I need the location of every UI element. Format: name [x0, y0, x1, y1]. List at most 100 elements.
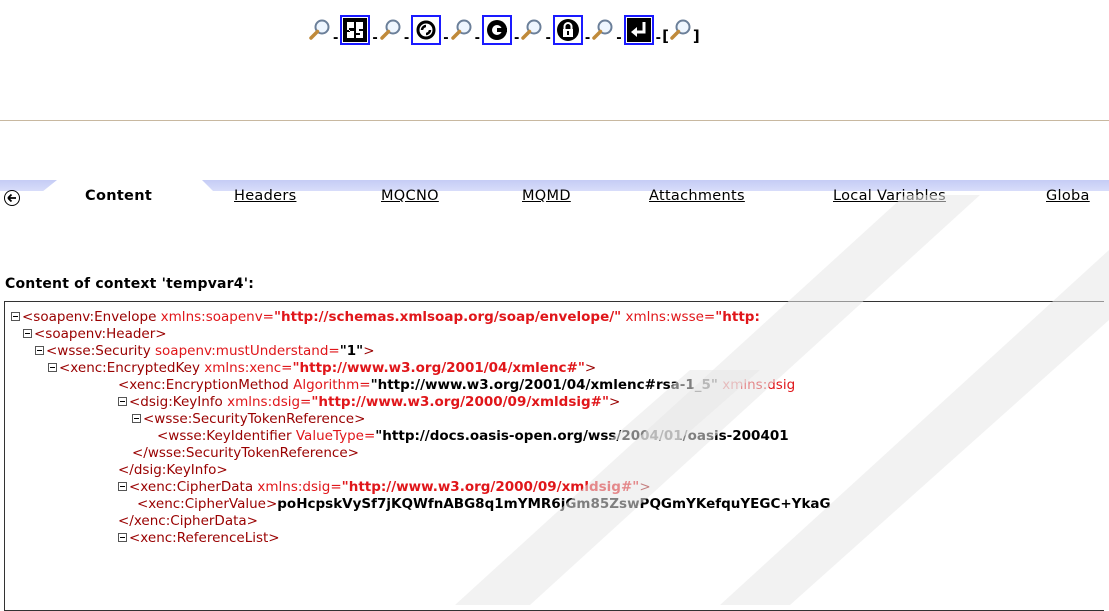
separator-dash: - — [545, 30, 551, 46]
divider — [0, 120, 1109, 121]
collapse-icon[interactable] — [118, 397, 127, 406]
magnify-icon[interactable] — [450, 18, 474, 42]
return-icon — [626, 18, 651, 42]
xml-tag: <xenc:EncryptedKey — [59, 360, 205, 376]
xml-line: </wsse:SecurityTokenReference> — [132, 445, 359, 462]
xml-attr-name: xmlns:soapenv= — [160, 309, 274, 325]
xml-line: <wsse:KeyIdentifier ValueType="http://do… — [157, 428, 789, 445]
separator-dash: - — [372, 30, 378, 46]
xml-attr-name: xmlns:xenc= — [204, 360, 293, 376]
xml-tag: <xenc:CipherValue> — [137, 496, 278, 512]
tool-group-5: - - — [591, 15, 662, 46]
tab-mqmd[interactable]: MQMD — [522, 188, 571, 204]
xml-attr-value: "http: — [715, 309, 760, 325]
bracket-close: ] — [692, 27, 700, 45]
xml-attr-value: "1" — [339, 343, 364, 359]
xml-line: <xenc:EncryptionMethod Algorithm="http:/… — [118, 377, 795, 394]
collapse-icon[interactable] — [48, 363, 57, 372]
separator-dash: - — [616, 30, 622, 46]
swirl-icon — [416, 20, 436, 40]
xml-attr-name: xmlns:wsse= — [621, 309, 716, 325]
tool-group-6: [ ] — [662, 18, 700, 45]
magnify-icon[interactable] — [591, 18, 615, 42]
xml-line: <soapenv:Envelope xmlns:soapenv="http://… — [11, 309, 760, 326]
separator-dash: - — [514, 30, 520, 46]
xml-tag: <soapenv:Envelope — [22, 309, 161, 325]
xml-attr-value: "http://www.w3.org/2000/09/xmldsig#" — [311, 394, 610, 410]
xml-tag: </dsig:KeyInfo> — [118, 462, 228, 478]
tab-global[interactable]: Globa — [1046, 188, 1090, 204]
tool-group-1: - - — [308, 15, 379, 46]
xml-tag: <dsig:KeyInfo — [129, 394, 228, 410]
collapse-icon[interactable] — [35, 346, 44, 355]
tab-headers[interactable]: Headers — [234, 188, 296, 204]
xml-tag: <wsse:SecurityTokenReference> — [143, 411, 366, 427]
tab-content[interactable]: Content — [85, 188, 152, 204]
xml-line: </dsig:KeyInfo> — [118, 462, 228, 479]
context-heading: Content of context 'tempvar4': — [5, 276, 255, 292]
grid-button[interactable] — [340, 15, 371, 45]
xml-line: <xenc:CipherValue>poHcpskVySf7jKQWfnABG8… — [137, 496, 831, 513]
tool-group-4: - - — [520, 15, 591, 46]
separator-dash: - — [474, 30, 481, 46]
xml-tag: > — [584, 360, 597, 376]
xml-line: </xenc:CipherData> — [118, 513, 258, 530]
xml-text-value: poHcpskVySf7jKQWfnABG8q1mYMR6jGm85ZswPQG… — [277, 496, 831, 512]
tab-strip: Content Headers MQCNO MQMD Attachments L… — [0, 180, 1109, 214]
grid-icon — [343, 18, 368, 42]
back-arrow-icon[interactable] — [4, 190, 20, 206]
xml-line: <wsse:Security soapenv:mustUnderstand="1… — [35, 343, 375, 360]
tab-mqcno[interactable]: MQCNO — [381, 188, 439, 204]
toolbar: - - - - - - - - - - [] — [308, 12, 700, 48]
xml-tag: > — [609, 394, 621, 410]
magnify-icon[interactable] — [669, 18, 693, 42]
xml-tag: </wsse:SecurityTokenReference> — [132, 445, 359, 461]
xml-tag: <wsse:Security — [46, 343, 156, 359]
xml-attr-name: ValueType= — [295, 428, 376, 444]
xml-attr-value: "http://www.w3.org/2000/09/xmldsig#" — [341, 479, 640, 495]
xml-attr-value: "http://www.w3.org/2001/04/xmlenc#" — [292, 360, 585, 376]
magnify-icon[interactable] — [308, 18, 332, 42]
lock-icon — [556, 19, 579, 41]
collapse-icon[interactable] — [118, 533, 127, 542]
tab-local-variables[interactable]: Local Variables — [833, 188, 946, 204]
separator-dash: - — [584, 30, 591, 46]
collapse-icon[interactable] — [132, 414, 141, 423]
xml-tag: <soapenv:Header> — [34, 326, 167, 342]
separator-dash: - — [443, 30, 449, 46]
encrypt-button[interactable] — [482, 15, 513, 45]
encrypt-icon — [487, 20, 508, 40]
xml-attr-name: Algorithm= — [293, 377, 371, 393]
xml-tag: </xenc:CipherData> — [118, 513, 258, 529]
xml-line: <xenc:ReferenceList> — [118, 530, 280, 547]
xml-attr-value: "http://schemas.xmlsoap.org/soap/envelop… — [274, 309, 622, 325]
xml-line: <wsse:SecurityTokenReference> — [132, 411, 365, 428]
xml-tag: <xenc:EncryptionMethod — [118, 377, 294, 393]
xml-attr-name: xmlns:dsig= — [257, 479, 342, 495]
separator-dash: - — [655, 30, 662, 46]
xml-tag: <xenc:CipherData — [129, 479, 258, 495]
lock-button[interactable] — [552, 15, 583, 45]
magnify-icon[interactable] — [520, 18, 544, 42]
magnify-icon[interactable] — [379, 18, 403, 42]
xml-content-panel: <soapenv:Envelope xmlns:soapenv="http://… — [4, 301, 1104, 611]
separator-dash: - — [403, 30, 410, 46]
xml-tag: > — [639, 479, 651, 495]
return-button[interactable] — [623, 15, 654, 45]
tool-group-2: - - — [379, 15, 450, 46]
tab-attachments[interactable]: Attachments — [649, 188, 745, 204]
collapse-icon[interactable] — [11, 312, 20, 321]
xml-line: <xenc:EncryptedKey xmlns:xenc="http://ww… — [48, 360, 596, 377]
tool-group-3: - - — [450, 15, 521, 46]
xml-tag: <wsse:KeyIdentifier — [157, 428, 296, 444]
xml-attr-name: xmlns:dsig — [717, 377, 796, 393]
separator-dash: - — [333, 30, 339, 46]
collapse-icon[interactable] — [118, 482, 127, 491]
bracket-open: [ — [662, 27, 669, 45]
collapse-icon[interactable] — [23, 329, 32, 338]
xml-tag: > — [363, 343, 375, 359]
xml-line: <xenc:CipherData xmlns:dsig="http://www.… — [118, 479, 651, 496]
swirl-button[interactable] — [411, 15, 442, 45]
xml-attr-name: soapenv:mustUnderstand= — [155, 343, 340, 359]
xml-attr-value: "http://docs.oasis-open.org/wss/2004/01/… — [375, 428, 789, 444]
